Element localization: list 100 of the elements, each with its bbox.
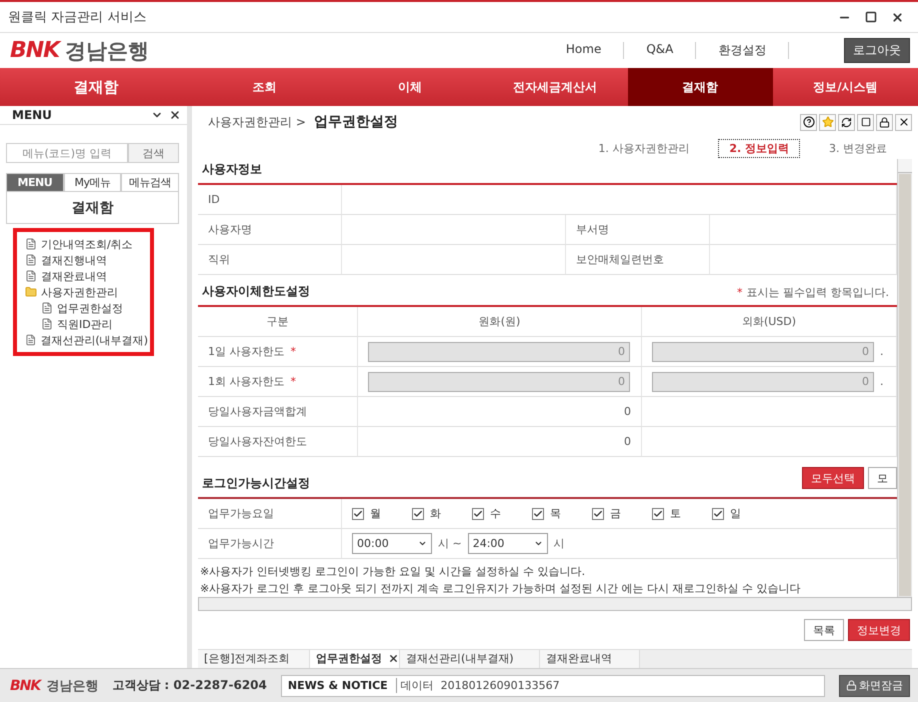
column-header: 구분 bbox=[198, 307, 358, 338]
close-button[interactable] bbox=[895, 114, 912, 131]
field-label: ID bbox=[198, 185, 342, 216]
page-icon bbox=[25, 254, 37, 266]
decimal-separator: . bbox=[880, 345, 884, 358]
section-title: 사용자이체한도설정 bbox=[202, 283, 310, 300]
page-tab[interactable]: 결재선관리(내부결재) bbox=[400, 650, 540, 668]
logo-mark: BNK bbox=[10, 38, 60, 63]
select-all-button[interactable]: 모두선택 bbox=[802, 467, 864, 490]
news-label: NEWS & NOTICE bbox=[288, 679, 388, 692]
field-label: 보안매체일련번호 bbox=[566, 245, 710, 276]
refresh-icon bbox=[841, 116, 852, 128]
logo-text: 경남은행 bbox=[65, 38, 150, 64]
action-button[interactable]: 정보변경 bbox=[848, 619, 910, 642]
maximize-icon[interactable] bbox=[865, 10, 877, 22]
page-tab[interactable]: 결재완료내역 bbox=[540, 650, 640, 668]
close-icon[interactable] bbox=[388, 653, 399, 664]
star-icon bbox=[822, 116, 834, 128]
checkbox[interactable] bbox=[592, 508, 604, 520]
header-link[interactable]: 환경설정 bbox=[696, 42, 790, 59]
field-label: 업무가능요일 bbox=[198, 499, 342, 530]
page-tab[interactable]: 업무권한설정 bbox=[310, 650, 400, 668]
day-checkbox[interactable]: 토 bbox=[652, 506, 706, 522]
column-header: 외화(USD) bbox=[642, 307, 897, 338]
menu-tab[interactable]: MENU bbox=[6, 173, 64, 192]
unit-label: 시 ~ bbox=[438, 536, 462, 552]
checkbox[interactable] bbox=[412, 508, 424, 520]
menu-title: MENU bbox=[12, 108, 52, 122]
window-button[interactable] bbox=[857, 114, 874, 131]
tree-item[interactable]: 사용자권한관리 bbox=[25, 284, 148, 300]
step-label: 2. 정보입력 bbox=[718, 139, 800, 158]
page-icon bbox=[41, 302, 53, 314]
day-checkbox[interactable]: 화 bbox=[412, 506, 466, 522]
nav-item[interactable]: 조회 bbox=[192, 68, 338, 106]
tree-item[interactable]: 기안내역조회/취소 bbox=[25, 236, 148, 252]
header-link[interactable]: Q&A bbox=[624, 42, 696, 59]
day-checkbox[interactable]: 일 bbox=[712, 506, 766, 522]
tree-item[interactable]: 업무권한설정 bbox=[25, 300, 148, 316]
field-label: 사용자명 bbox=[198, 215, 342, 246]
note-text: ※사용자가 로그인 후 로그아웃 되기 전까지 계속 로그인유지가 가능하며 설정된 시간 에는 다시 재로그인하실 수 있습니다 bbox=[199, 581, 802, 598]
close-icon[interactable] bbox=[891, 10, 904, 24]
lock-icon bbox=[846, 680, 857, 691]
checkbox[interactable] bbox=[712, 508, 724, 520]
day-checkbox[interactable]: 수 bbox=[472, 506, 526, 522]
day-checkbox[interactable]: 목 bbox=[532, 506, 586, 522]
news-text: 데이터 20180126090133567 bbox=[396, 678, 560, 693]
checkbox[interactable] bbox=[352, 508, 364, 520]
nav-item[interactable]: 전자세금계산서 bbox=[482, 68, 628, 106]
square-icon bbox=[860, 117, 870, 128]
menu-search-field[interactable]: 메뉴(코드)명 입력 bbox=[6, 143, 128, 163]
checkbox[interactable] bbox=[532, 508, 544, 520]
page-tab[interactable]: [은행]전계좌조회 bbox=[198, 650, 310, 668]
nav-item[interactable]: 정보/시스템 bbox=[772, 68, 918, 106]
menu-tab[interactable]: 메뉴검색 bbox=[121, 173, 180, 192]
row-label-text: 1일 사용자한도 bbox=[208, 344, 284, 360]
page-icon bbox=[41, 318, 53, 330]
required-mark: * bbox=[290, 345, 296, 358]
screen-lock-button[interactable]: 화면잠금 bbox=[839, 674, 910, 696]
column-header: 원화(원) bbox=[358, 307, 642, 338]
step-label: 3. 변경완료 bbox=[828, 141, 888, 158]
window-title: 원클릭 자금관리 서비스 bbox=[8, 9, 146, 26]
section-title: 로그인가능시간설정 bbox=[202, 475, 310, 492]
close-icon bbox=[898, 116, 910, 128]
decimal-separator: . bbox=[880, 375, 884, 388]
menu-tab[interactable]: My메뉴 bbox=[64, 173, 122, 192]
search-button[interactable]: 검색 bbox=[128, 143, 179, 163]
select-all-button[interactable]: 모 bbox=[868, 467, 897, 490]
help-button[interactable] bbox=[800, 114, 817, 131]
checkbox[interactable] bbox=[652, 508, 664, 520]
vertical-scrollbar[interactable] bbox=[897, 159, 912, 598]
tree-item[interactable]: 결재선관리(내부결재) bbox=[25, 332, 148, 348]
required-mark: * bbox=[290, 375, 296, 388]
checkbox[interactable] bbox=[472, 508, 484, 520]
tree-item[interactable]: 직원ID관리 bbox=[25, 316, 148, 332]
refresh-button[interactable] bbox=[838, 114, 855, 131]
action-button[interactable]: 목록 bbox=[804, 619, 844, 642]
nav-item[interactable]: 이체 bbox=[337, 68, 482, 106]
page-icon bbox=[25, 270, 37, 282]
page-icon bbox=[25, 238, 37, 250]
page-title: 업무권한설정 bbox=[314, 113, 398, 132]
page-icon bbox=[25, 334, 36, 346]
start-time-select[interactable]: 00:00 bbox=[352, 533, 432, 554]
end-time-select[interactable]: 24:00 bbox=[468, 533, 548, 554]
tree-item[interactable]: 결재진행내역 bbox=[25, 252, 148, 268]
field-label: 부서명 bbox=[566, 215, 710, 246]
lock-button[interactable] bbox=[876, 114, 893, 131]
tree-item[interactable]: 결재완료내역 bbox=[25, 268, 148, 284]
logout-button[interactable]: 로그아웃 bbox=[844, 38, 910, 63]
amount-cell: 0 bbox=[358, 397, 642, 428]
note-text: ※사용자가 인터넷뱅킹 로그인이 가능한 요일 및 시간을 설정하실 수 있습니다. bbox=[199, 564, 586, 580]
folder-icon bbox=[25, 286, 37, 298]
nav-item[interactable]: 결재함 bbox=[628, 68, 773, 106]
row-label-text: 당일사용자잔여한도 bbox=[208, 434, 307, 450]
horizontal-scrollbar[interactable] bbox=[198, 597, 912, 612]
day-checkbox[interactable]: 금 bbox=[592, 506, 646, 522]
field-label: 업무가능시간 bbox=[198, 529, 342, 560]
close-icon[interactable] bbox=[169, 109, 181, 121]
day-checkbox[interactable]: 월 bbox=[352, 506, 406, 522]
header-link[interactable]: Home bbox=[544, 42, 624, 59]
lock-icon bbox=[879, 116, 890, 128]
